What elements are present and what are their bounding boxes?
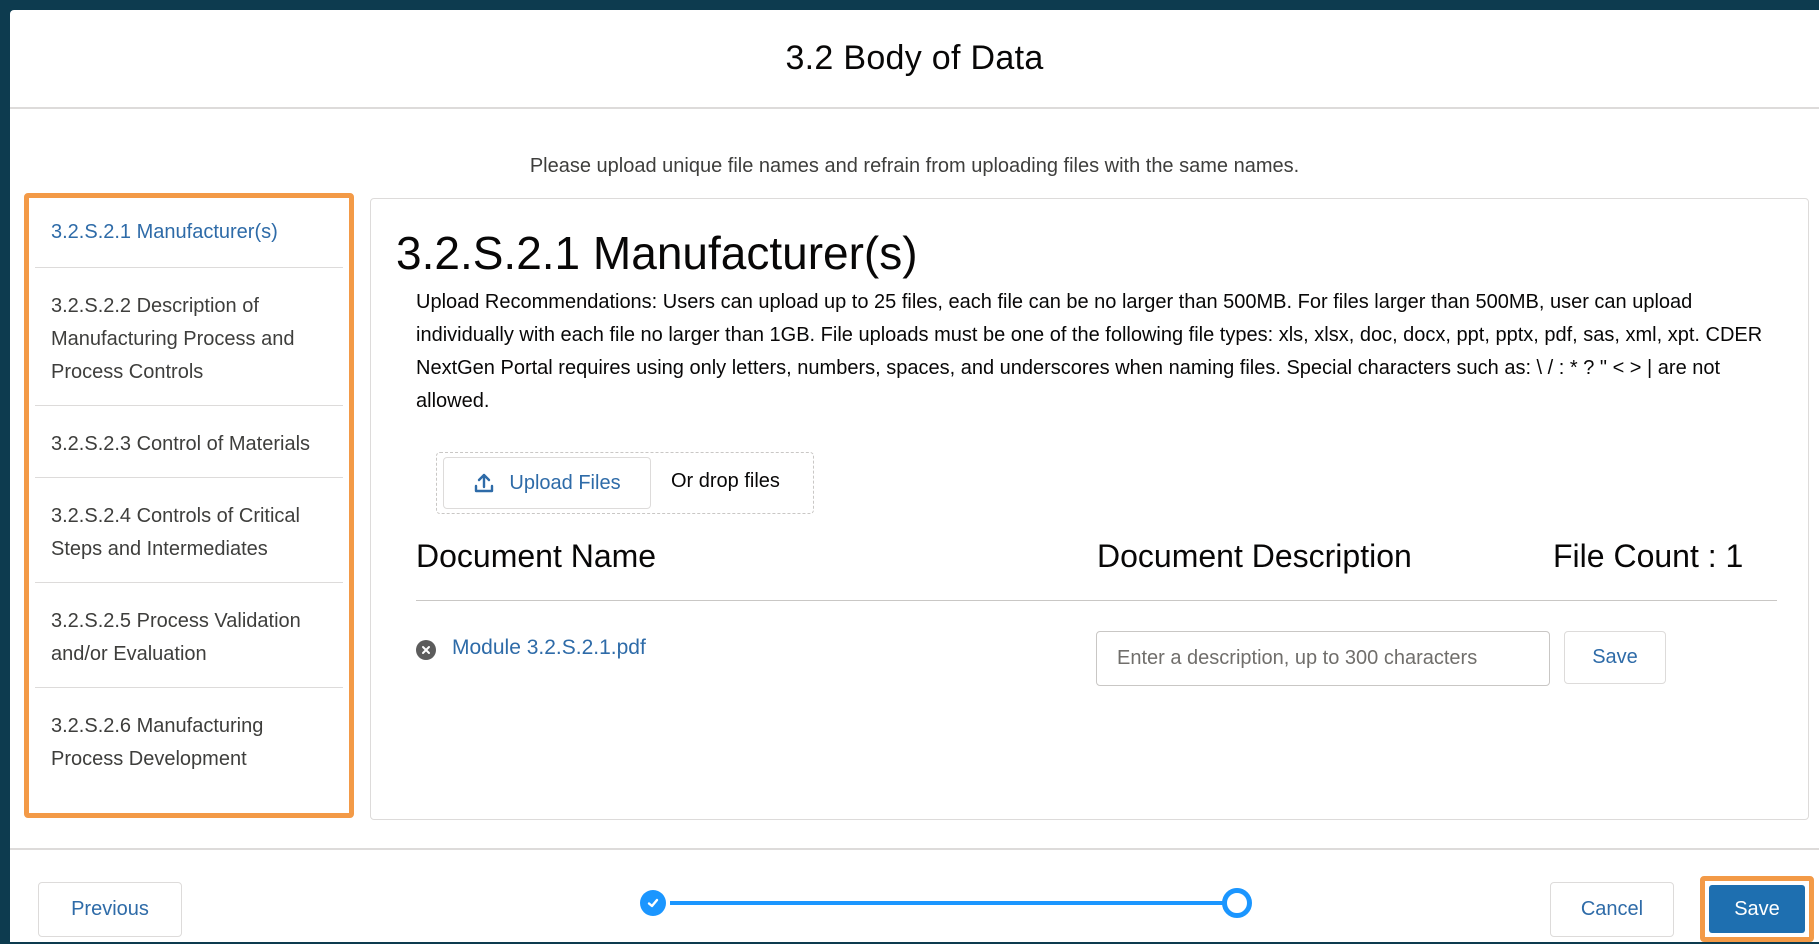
modal-dialog: 3.2 Body of Data Please upload unique fi…: [10, 10, 1819, 942]
table-divider: [416, 600, 1777, 601]
close-icon: [422, 646, 430, 654]
background-app: [0, 0, 1819, 10]
file-drop-zone[interactable]: Upload Files Or drop files: [436, 452, 814, 514]
sidebar-item-label: 3.2.S.2.3 Control of Materials: [51, 433, 311, 455]
save-button-highlight: Save: [1700, 876, 1814, 942]
upload-files-button[interactable]: Upload Files: [443, 457, 651, 509]
upload-icon: [475, 473, 494, 493]
upload-recommendations: Upload Recommendations: Users can upload…: [416, 291, 1763, 412]
sidebar-item-controls-of-critical-steps[interactable]: 3.2.S.2.4 Controls of Critical Steps and…: [35, 478, 343, 583]
sidebar-item-description-of-manufacturing[interactable]: 3.2.S.2.2 Description of Manufacturing P…: [35, 268, 343, 406]
progress-bar: [670, 901, 1228, 905]
column-header-document-description: Document Description: [1097, 538, 1412, 574]
previous-button[interactable]: Previous: [38, 882, 182, 937]
upload-files-label: Upload Files: [509, 471, 621, 494]
check-icon: [647, 898, 659, 908]
cancel-button[interactable]: Cancel: [1550, 882, 1674, 937]
modal-footer: Previous Cancel Save: [10, 848, 1819, 944]
sidebar-item-label: 3.2.S.2.1 Manufacturer(s): [51, 221, 278, 243]
sidebar-item-manufacturing-process-development[interactable]: 3.2.S.2.6 Manufacturing Process Developm…: [35, 688, 343, 792]
sidebar-item-label: 3.2.S.2.4 Controls of Critical Steps and…: [51, 505, 300, 560]
save-description-button[interactable]: Save: [1564, 631, 1666, 684]
progress-step-complete: [640, 890, 666, 916]
sidebar-item-control-of-materials[interactable]: 3.2.S.2.3 Control of Materials: [35, 406, 343, 478]
save-button[interactable]: Save: [1709, 885, 1805, 933]
sidebar-item-label: 3.2.S.2.5 Process Validation and/or Eval…: [51, 610, 301, 665]
sidebar-item-label: 3.2.S.2.6 Manufacturing Process Developm…: [51, 715, 264, 770]
drop-files-text: Or drop files: [671, 470, 780, 492]
progress-step-current: [1222, 888, 1252, 918]
sidebar-nav: 3.2.S.2.1 Manufacturer(s) 3.2.S.2.2 Desc…: [24, 193, 354, 818]
remove-file-icon[interactable]: [416, 640, 436, 660]
modal-header: 3.2 Body of Data: [10, 10, 1819, 109]
document-link[interactable]: Module 3.2.S.2.1.pdf: [452, 636, 646, 660]
document-description-input[interactable]: [1096, 631, 1550, 686]
sidebar-item-label: 3.2.S.2.2 Description of Manufacturing P…: [51, 295, 295, 383]
upload-notice: Please upload unique file names and refr…: [529, 155, 1300, 177]
sidebar-item-process-validation[interactable]: 3.2.S.2.5 Process Validation and/or Eval…: [35, 583, 343, 688]
file-count: File Count : 1: [1553, 538, 1744, 574]
sidebar-item-manufacturers[interactable]: 3.2.S.2.1 Manufacturer(s): [35, 198, 343, 268]
section-title: 3.2.S.2.1 Manufacturer(s): [396, 227, 918, 279]
column-header-document-name: Document Name: [416, 538, 657, 574]
modal-title: 3.2 Body of Data: [785, 39, 1044, 77]
